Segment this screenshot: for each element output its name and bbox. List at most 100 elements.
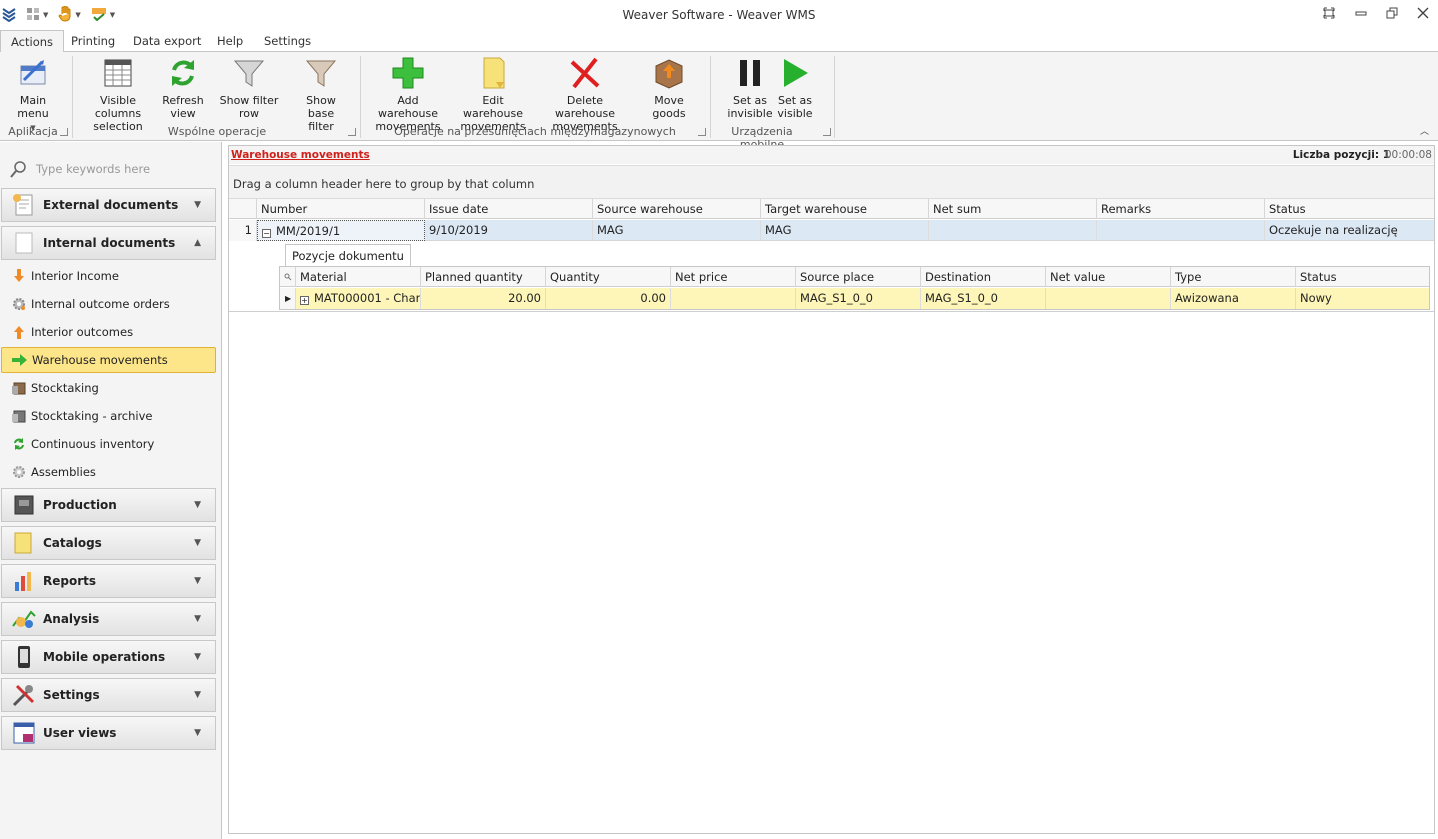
detail-grid: Material Planned quantity Quantity Net p… <box>279 266 1430 310</box>
view-header: Warehouse movements Liczba pozycji: 1 00… <box>229 146 1434 164</box>
refresh-view-button[interactable]: Refresh view <box>160 56 206 120</box>
nav-item-stocktaking-archive[interactable]: Stocktaking - archive <box>1 403 216 429</box>
dialog-launcher-icon[interactable] <box>823 128 831 136</box>
set-invisible-button[interactable]: Set as invisible <box>726 56 774 120</box>
expand-icon[interactable]: + <box>300 296 309 305</box>
nav-group-external-documents[interactable]: External documents ▼ <box>1 188 216 222</box>
nav-item-label: Internal outcome orders <box>31 297 170 311</box>
column-header-net-value[interactable]: Net value <box>1046 267 1171 287</box>
nav-item-interior-outcomes[interactable]: Interior outcomes <box>1 319 216 345</box>
column-header-material[interactable]: Material <box>296 267 421 287</box>
close-icon[interactable] <box>1416 7 1430 21</box>
nav-item-continuous-inventory[interactable]: Continuous inventory <box>1 431 216 457</box>
filter-row-icon[interactable] <box>280 267 296 287</box>
visible-columns-button[interactable]: Visible columns selection <box>80 56 156 133</box>
column-header-destination[interactable]: Destination <box>921 267 1046 287</box>
maximize-icon[interactable] <box>1385 7 1399 21</box>
add-label: Add warehouse <box>378 94 438 120</box>
column-header-issue-date[interactable]: Issue date <box>425 199 593 219</box>
cell-net-price[interactable] <box>671 288 796 309</box>
nav-group-reports[interactable]: Reports ▼ <box>1 564 216 598</box>
collapse-icon[interactable]: − <box>262 229 271 238</box>
arrow-up-icon <box>11 324 27 340</box>
cell-issue-date[interactable]: 9/10/2019 <box>425 220 593 241</box>
tab-data-export[interactable]: Data export <box>123 30 211 52</box>
edit-warehouse-movements-button[interactable]: Edit warehouse movements <box>452 56 534 133</box>
nav-item-stocktaking[interactable]: Stocktaking <box>1 375 216 401</box>
minimize-icon[interactable] <box>1354 7 1368 21</box>
nav-group-mobile-operations[interactable]: Mobile operations ▼ <box>1 640 216 674</box>
cell-remarks[interactable] <box>1097 220 1265 241</box>
delete-icon <box>570 57 600 89</box>
column-header-target-warehouse[interactable]: Target warehouse (reference) <box>761 199 929 236</box>
tab-settings[interactable]: Settings <box>254 30 321 52</box>
cell-net-sum[interactable] <box>929 220 1097 241</box>
cell-number[interactable]: − MM/2019/1 <box>257 220 425 241</box>
restore-icon[interactable] <box>1322 7 1336 21</box>
nav-group-user-views[interactable]: User views ▼ <box>1 716 216 750</box>
nav-item-interior-income[interactable]: Interior Income <box>1 263 216 289</box>
nav-item-label: Warehouse movements <box>32 353 168 367</box>
cell-status[interactable]: Oczekuje na realizację <box>1265 220 1434 241</box>
column-header-source-place[interactable]: Source place <box>796 267 921 287</box>
group-by-panel[interactable]: Drag a column header here to group by th… <box>229 165 1434 199</box>
nav-item-warehouse-movements[interactable]: Warehouse movements <box>1 347 216 373</box>
nav-item-internal-outcome-orders[interactable]: Internal outcome orders <box>1 291 216 317</box>
cell-net-value[interactable] <box>1046 288 1171 309</box>
move-goods-button[interactable]: Move goods <box>636 56 702 120</box>
column-header-status[interactable]: Status <box>1265 199 1434 219</box>
add-warehouse-movements-button[interactable]: Add warehouse movements <box>366 56 450 133</box>
row-indicator-header <box>229 199 257 219</box>
cell-type[interactable]: Awizowana <box>1171 288 1296 309</box>
tab-pozycje-dokumentu[interactable]: Pozycje dokumentu <box>285 244 411 266</box>
tab-actions[interactable]: Actions <box>0 30 65 53</box>
show-filter-row-button[interactable]: Show filter row <box>210 56 288 120</box>
column-header-source-warehouse[interactable]: Source warehouse (reference) <box>593 199 761 236</box>
cell-source-warehouse[interactable]: MAG <box>593 220 761 241</box>
column-header-number[interactable]: Number <box>257 199 425 219</box>
nav-item-assemblies[interactable]: Assemblies <box>1 459 216 485</box>
box-archive-icon <box>11 408 27 424</box>
nav-group-internal-documents[interactable]: Internal documents ▲ <box>1 226 216 260</box>
dialog-launcher-icon[interactable] <box>60 128 68 136</box>
nav-group-settings[interactable]: Settings ▼ <box>1 678 216 712</box>
search-input[interactable]: Type keywords here <box>36 162 150 176</box>
table-row[interactable]: ▶ + MAT000001 - Char... 20.00 0.00 MAG_S1… <box>280 288 1429 309</box>
main-menu-button[interactable]: Main menu ▼ <box>4 56 62 135</box>
window-title: Weaver Software - Weaver WMS <box>622 8 816 22</box>
view-title-link[interactable]: Warehouse movements <box>231 149 370 161</box>
nav-group-production[interactable]: Production ▼ <box>1 488 216 522</box>
box-icon <box>11 380 27 396</box>
dialog-launcher-icon[interactable] <box>698 128 706 136</box>
column-header-net-sum[interactable]: Net sum <box>929 199 1097 219</box>
tab-printing[interactable]: Printing <box>61 30 125 52</box>
column-header-remarks[interactable]: Remarks <box>1097 199 1265 219</box>
cell-material[interactable]: + MAT000001 - Char... <box>296 288 421 309</box>
ribbon-separator <box>360 56 361 138</box>
column-header-type[interactable]: Type <box>1171 267 1296 287</box>
column-header-planned-quantity[interactable]: Planned quantity <box>421 267 546 287</box>
arrow-down-icon <box>11 268 27 284</box>
cell-source-place[interactable]: MAG_S1_0_0 <box>796 288 921 309</box>
column-header-net-price[interactable]: Net price <box>671 267 796 287</box>
column-header-quantity[interactable]: Quantity <box>546 267 671 287</box>
cell-target-warehouse[interactable]: MAG <box>761 220 929 241</box>
column-header-detail-status[interactable]: Status <box>1296 267 1429 287</box>
dialog-launcher-icon[interactable] <box>348 128 356 136</box>
search-box[interactable]: Type keywords here <box>10 160 210 178</box>
collapse-ribbon-icon[interactable]: ︿ <box>1420 124 1429 137</box>
cell-planned-quantity[interactable]: 20.00 <box>421 288 546 309</box>
cell-detail-status[interactable]: Nowy <box>1296 288 1429 309</box>
cell-quantity[interactable]: 0.00 <box>546 288 671 309</box>
set-visible-button[interactable]: Set as visible <box>774 56 816 120</box>
delete-warehouse-movements-button[interactable]: Delete warehouse movements <box>538 56 632 133</box>
tab-help[interactable]: Help <box>207 30 253 52</box>
set-invisible-label-2: invisible <box>727 107 773 120</box>
nav-group-catalogs[interactable]: Catalogs ▼ <box>1 526 216 560</box>
table-row[interactable]: 1 − MM/2019/1 9/10/2019 MAG MAG Oczekuje … <box>229 220 1434 241</box>
elapsed-time: 00:00:08 <box>1384 149 1432 161</box>
group-label-wspolne: Wspólne operacje <box>167 125 267 138</box>
nav-group-analysis[interactable]: Analysis ▼ <box>1 602 216 636</box>
cell-destination[interactable]: MAG_S1_0_0 <box>921 288 1046 309</box>
show-base-filter-button[interactable]: Show base filter <box>292 56 350 133</box>
